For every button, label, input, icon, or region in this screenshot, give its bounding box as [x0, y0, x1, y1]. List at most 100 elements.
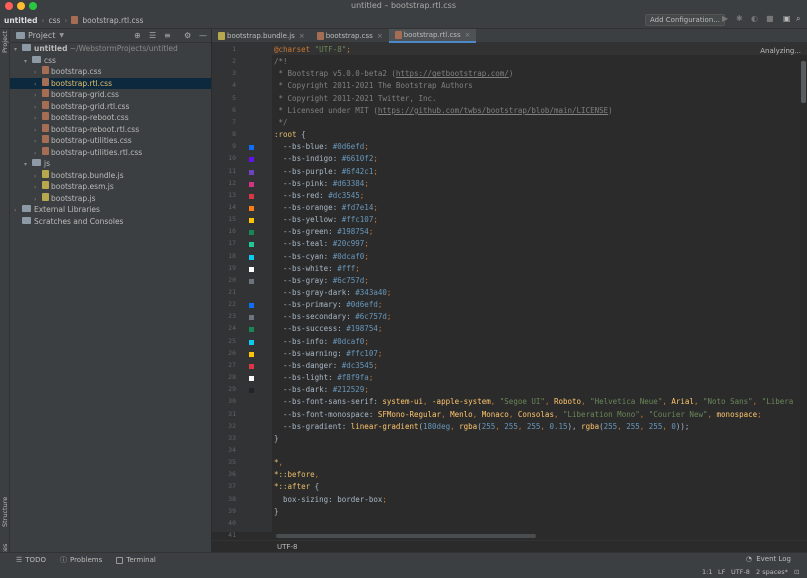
- editor-tab[interactable]: bootstrap.css ×: [311, 29, 389, 43]
- tree-file[interactable]: › bootstrap-utilities.css: [10, 135, 211, 147]
- locate-file-icon[interactable]: ⊕: [134, 31, 141, 40]
- color-swatch[interactable]: [249, 193, 254, 199]
- close-tab-icon[interactable]: ×: [377, 32, 383, 40]
- tree-file[interactable]: › bootstrap.esm.js: [10, 181, 211, 193]
- close-window-button[interactable]: [5, 2, 13, 10]
- tree-file[interactable]: › bootstrap.css: [10, 66, 211, 78]
- color-swatch[interactable]: [249, 169, 254, 175]
- expand-all-icon[interactable]: ☰: [149, 31, 156, 40]
- code-token: ;: [386, 288, 392, 297]
- editor-tabs: bootstrap.bundle.js × bootstrap.css × bootst…: [212, 29, 807, 43]
- problems-tool-button[interactable]: ⓘ Problems: [60, 555, 102, 565]
- code-token: (prefers-reduced-motion: no-preference) …: [301, 531, 491, 532]
- color-swatch[interactable]: [249, 278, 254, 284]
- color-swatch[interactable]: [249, 315, 254, 321]
- code-view[interactable]: @charset "UTF-8"; /*! * Bootstrap v5.0.0-…: [274, 43, 799, 532]
- tree-file[interactable]: › bootstrap-grid.css: [10, 89, 211, 101]
- color-swatch[interactable]: [249, 145, 254, 151]
- color-swatch[interactable]: [249, 351, 254, 357]
- color-swatch[interactable]: [249, 327, 254, 333]
- color-swatch[interactable]: [249, 157, 254, 163]
- collapse-all-icon[interactable]: ≡: [164, 31, 171, 40]
- tree-file[interactable]: › bootstrap.rtl.css: [10, 77, 211, 89]
- tree-folder-css[interactable]: ▾ css: [10, 55, 211, 67]
- code-token: #dc3545: [341, 360, 374, 370]
- vertical-scrollbar[interactable]: [801, 61, 806, 103]
- terminal-tool-button[interactable]: Terminal: [116, 556, 156, 564]
- code-token: --bs-info:: [274, 336, 333, 346]
- js-file-icon: [42, 181, 49, 189]
- color-swatch[interactable]: [249, 254, 254, 260]
- search-everywhere-icon[interactable]: ⌕: [796, 15, 804, 23]
- color-swatch[interactable]: [249, 266, 254, 272]
- code-token: ,: [495, 421, 505, 431]
- tree-scratches[interactable]: Scratches and Consoles: [10, 216, 211, 228]
- gear-icon[interactable]: ⚙: [184, 31, 191, 40]
- color-swatch[interactable]: [249, 242, 254, 248]
- code-line: --bs-font-sans-serif: system-ui, -apple-…: [274, 397, 793, 406]
- code-token: * Copyright 2011-2021 Twitter, Inc.: [274, 93, 437, 103]
- indent-setting[interactable]: 2 spaces*: [756, 567, 788, 578]
- code-line: --bs-gray: #6c757d;: [274, 276, 369, 285]
- breadcrumb-file[interactable]: bootstrap.rtl.css: [82, 16, 143, 25]
- close-tab-icon[interactable]: ×: [465, 31, 471, 39]
- zoom-window-button[interactable]: [29, 2, 37, 10]
- color-swatch[interactable]: [249, 181, 254, 187]
- line-number: 8: [232, 130, 236, 139]
- editor-footer-encoding: UTF-8: [277, 543, 298, 551]
- add-configuration-button[interactable]: Add Configuration...: [645, 14, 725, 26]
- code-token: ,: [693, 397, 703, 407]
- tree-file-label: bootstrap.js: [51, 193, 96, 203]
- tree-file[interactable]: › bootstrap-utilities.rtl.css: [10, 146, 211, 159]
- code-token: --bs-light:: [274, 373, 338, 383]
- color-swatch[interactable]: [249, 205, 254, 211]
- layout-icon[interactable]: ▣: [783, 15, 791, 23]
- todo-tool-button[interactable]: ☰ TODO: [16, 556, 46, 564]
- color-swatch[interactable]: [249, 376, 254, 382]
- tree-file[interactable]: › bootstrap-reboot.rtl.css: [10, 123, 211, 136]
- line-separator[interactable]: LF: [718, 567, 725, 578]
- color-swatch[interactable]: [249, 218, 254, 224]
- chevron-down-icon[interactable]: ▼: [59, 32, 64, 39]
- run-icon[interactable]: ▶: [722, 15, 730, 23]
- tree-root[interactable]: ▾ untitled ~/WebstormProjects/untitled: [10, 43, 211, 55]
- hide-panel-icon[interactable]: —: [199, 31, 207, 40]
- code-token: #fd7e14: [341, 202, 374, 212]
- color-swatch[interactable]: [249, 339, 254, 345]
- structure-tool-button[interactable]: Structure: [1, 497, 9, 527]
- editor-tab[interactable]: bootstrap.rtl.css ×: [388, 29, 477, 43]
- code-token: rgba: [459, 421, 478, 431]
- lock-icon[interactable]: ⊡: [794, 567, 799, 578]
- color-swatch[interactable]: [249, 388, 254, 394]
- caret-position[interactable]: 1:1: [702, 567, 712, 578]
- breadcrumb-folder[interactable]: css: [48, 16, 60, 25]
- tree-file[interactable]: › bootstrap.bundle.js: [10, 169, 211, 182]
- tree-file-label: bootstrap.bundle.js: [51, 170, 124, 180]
- tree-file[interactable]: › bootstrap-grid.rtl.css: [10, 100, 211, 113]
- stop-icon[interactable]: ■: [766, 15, 774, 23]
- coverage-icon[interactable]: ◐: [751, 15, 759, 23]
- line-number: 26: [228, 348, 236, 357]
- tree-external-libraries[interactable]: › External Libraries: [10, 204, 211, 216]
- file-encoding[interactable]: UTF-8: [731, 567, 750, 578]
- code-token: ,: [617, 421, 627, 431]
- debug-icon[interactable]: ✱: [736, 15, 744, 23]
- code-token: monospace: [716, 409, 758, 419]
- color-swatch[interactable]: [249, 363, 254, 369]
- tree-file[interactable]: › bootstrap-reboot.css: [10, 112, 211, 124]
- color-swatch[interactable]: [249, 303, 254, 309]
- project-tool-button[interactable]: Project: [1, 31, 9, 53]
- code-token: https://github.com/twbs/bootstrap/blob/m…: [377, 105, 609, 115]
- breadcrumb-project[interactable]: untitled: [4, 16, 37, 25]
- tree-file[interactable]: › bootstrap.js: [10, 192, 211, 205]
- editor-tab[interactable]: bootstrap.bundle.js ×: [212, 29, 311, 43]
- minimize-window-button[interactable]: [17, 2, 25, 10]
- horizontal-scrollbar[interactable]: [276, 534, 536, 538]
- close-tab-icon[interactable]: ×: [299, 32, 305, 40]
- project-view-selector[interactable]: Project: [28, 31, 55, 40]
- color-swatch[interactable]: [249, 230, 254, 236]
- code-token: 255: [626, 421, 640, 431]
- code-token: ,: [490, 397, 500, 407]
- tree-folder-js[interactable]: ▾ js: [10, 158, 211, 170]
- event-log-button[interactable]: ◔ Event Log: [746, 555, 791, 563]
